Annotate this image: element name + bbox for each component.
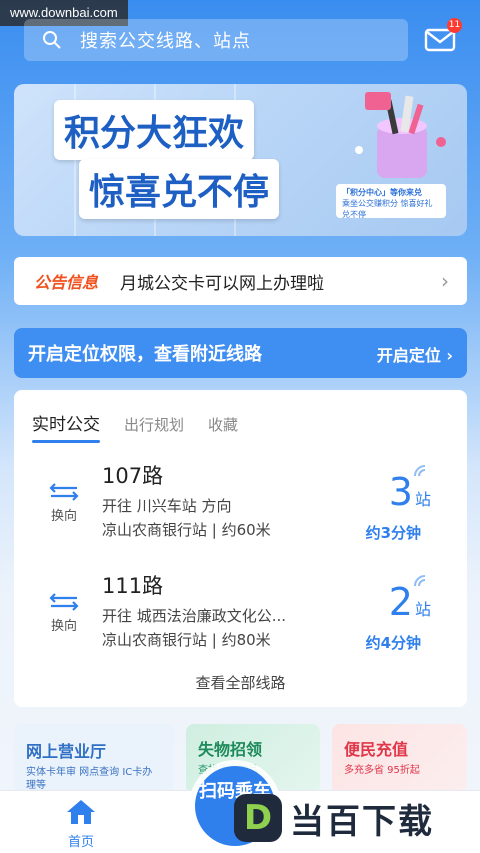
banner-headline-1: 积分大狂欢 (54, 100, 255, 160)
route-eta: 约4分钟 (365, 634, 421, 652)
promo-banner[interactable]: 积分大狂欢 惊喜兑不停 「积分中心」等你来兑 乘坐公交赚积分 惊喜好礼兑不停 (14, 84, 467, 236)
chevron-right-icon: › (441, 269, 449, 293)
banner-headline-2: 惊喜兑不停 (79, 159, 280, 219)
realtime-tabs: 实时公交 出行规划 收藏 (32, 410, 262, 443)
tab-trip-plan[interactable]: 出行规划 (124, 414, 184, 435)
message-button[interactable]: 11 (424, 18, 462, 56)
search-input[interactable]: 搜索公交线路、站点 (24, 19, 408, 61)
gift-illustration-icon (355, 92, 446, 178)
view-all-routes-link[interactable]: 查看全部线路 (14, 672, 467, 693)
route-stop: 凉山农商银行站 | 约60米 (102, 521, 271, 539)
swap-icon (49, 483, 79, 501)
swap-label: 换向 (50, 509, 77, 524)
brand-logo-text: 当百下载 (290, 801, 434, 842)
location-prompt: 开启定位权限，查看附近线路 (28, 344, 262, 365)
swap-direction-button[interactable]: 换向 (48, 592, 80, 634)
banner-promo-title: 「积分中心」等你来兑 (342, 188, 422, 197)
stops-count: 3站 (388, 470, 431, 514)
home-icon (67, 800, 95, 824)
brand-logo-icon: D (234, 794, 282, 842)
notice-label: 公告信息 (34, 273, 99, 292)
tab-favorites[interactable]: 收藏 (208, 414, 238, 435)
search-placeholder: 搜索公交线路、站点 (80, 31, 251, 52)
route-direction: 开往 城西法治廉政文化公... (102, 607, 287, 625)
enable-location-button[interactable]: 开启定位 › (377, 342, 453, 366)
route-item[interactable]: 换向 107路 开往 川兴车站 方向 凉山农商银行站 | 约60米 3站 约3分… (14, 460, 467, 555)
route-name: 111路 (102, 574, 164, 598)
route-name: 107路 (102, 464, 164, 488)
stops-count: 2站 (388, 580, 431, 624)
tab-home-label: 首页 (67, 835, 94, 850)
message-badge: 11 (447, 18, 462, 33)
service-online-hall[interactable]: 网上营业厅 实体卡年审 网点查询 IC卡办理等 (14, 724, 174, 794)
tab-home[interactable]: 首页 (56, 799, 106, 850)
location-permission-bar[interactable]: 开启定位权限，查看附近线路 开启定位 › (14, 328, 467, 378)
route-direction: 开往 川兴车站 方向 (102, 497, 232, 515)
swap-label: 换向 (50, 619, 77, 634)
notice-bar[interactable]: 公告信息 月城公交卡可以网上办理啦 › (14, 257, 467, 305)
swap-direction-button[interactable]: 换向 (48, 482, 80, 524)
swap-icon (49, 593, 79, 611)
banner-promo-box: 「积分中心」等你来兑 乘坐公交赚积分 惊喜好礼兑不停 (336, 184, 446, 219)
route-eta: 约3分钟 (365, 524, 421, 542)
route-item[interactable]: 换向 111路 开往 城西法治廉政文化公... 凉山农商银行站 | 约80米 2… (14, 570, 467, 665)
banner-promo-sub: 乘坐公交赚积分 惊喜好礼兑不停 (342, 199, 433, 219)
realtime-bus-card: 实时公交 出行规划 收藏 换向 107路 开往 川兴车站 方向 凉山农商银行站 … (14, 390, 467, 707)
service-recharge[interactable]: 便民充值 多充多省 95折起 (332, 724, 467, 794)
brand-watermark: D 当百下载 (234, 788, 480, 848)
tab-realtime[interactable]: 实时公交 (32, 410, 100, 443)
route-stop: 凉山农商银行站 | 约80米 (102, 631, 271, 649)
notice-text: 月城公交卡可以网上办理啦 (120, 273, 325, 294)
search-icon (43, 31, 61, 49)
